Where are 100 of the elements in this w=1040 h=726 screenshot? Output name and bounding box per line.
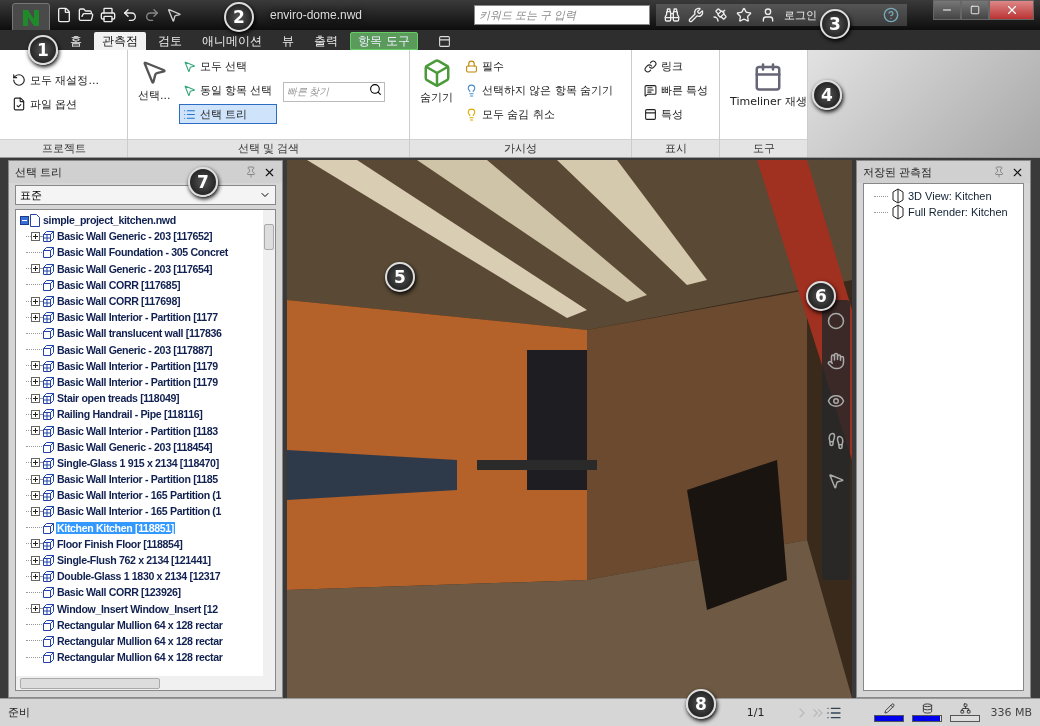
login-link[interactable]: 로그인 (784, 7, 817, 23)
tree-item-label[interactable]: Basic Wall Interior - 165 Partition (1 (56, 489, 223, 502)
tree-item-label[interactable]: Basic Wall Generic - 203 [117652] (56, 230, 214, 243)
redo-icon[interactable] (144, 7, 160, 23)
star-icon[interactable] (736, 7, 752, 23)
tree-item-label[interactable]: Basic Wall Interior - Partition [1179 (56, 375, 219, 388)
expand-icon[interactable] (31, 231, 40, 241)
ribbon-tab[interactable]: 뷰 (274, 32, 302, 50)
tree-item-label[interactable]: Single-Glass 1 915 x 2134 [118470] (56, 456, 220, 469)
circle-icon[interactable] (827, 312, 845, 330)
tree-item-label[interactable]: Double-Glass 1 1830 x 2134 [12317 (56, 570, 222, 583)
pointer-icon[interactable] (827, 472, 845, 490)
tree-item-label[interactable]: Basic Wall CORR [123926] (56, 586, 182, 599)
tree-item-label[interactable]: simple_project_kitchen.nwd (42, 214, 177, 227)
application-menu-button[interactable] (12, 3, 50, 33)
quick-properties-button[interactable]: 빠른 특성 (640, 80, 713, 100)
open-folder-icon[interactable] (78, 7, 94, 23)
expand-icon[interactable] (31, 409, 40, 419)
window-title: enviro-dome.nwd (270, 8, 363, 22)
tree-item-label[interactable]: Basic Wall Generic - 203 [118454] (56, 440, 214, 453)
tree-item-label[interactable]: Basic Wall Interior - Partition [1179 (56, 359, 219, 372)
cubes-icon (42, 554, 55, 567)
expand-icon[interactable] (31, 377, 40, 387)
tree-item-label[interactable]: Floor Finish Floor [118854] (56, 537, 184, 550)
ribbon-tab[interactable]: 출력 (306, 32, 346, 50)
ribbon-tab[interactable]: 홈 (62, 32, 90, 50)
expand-icon[interactable] (31, 361, 40, 371)
binoculars-icon[interactable] (664, 7, 680, 23)
tree-item-label[interactable]: Railing Handrail - Pipe [118116] (56, 408, 204, 421)
cube-icon (42, 278, 55, 291)
tree-item-label[interactable]: Rectangular Mullion 64 x 128 rectar (56, 651, 224, 664)
tree-item-label[interactable]: Basic Wall Interior - Partition [1185 (56, 473, 219, 486)
select-button[interactable]: 선택... (136, 56, 173, 139)
minimize-button[interactable] (933, 0, 961, 20)
ribbon-tab[interactable]: 애니메이션 (194, 32, 270, 50)
lock-icon (465, 59, 478, 73)
tree-item-label[interactable]: Basic Wall Interior - Partition [1183 (56, 424, 219, 437)
expand-icon[interactable] (31, 312, 40, 322)
reset-all-button[interactable]: 모두 재설정... (8, 70, 103, 90)
hide-unselected-button[interactable]: 선택하지 않은 항목 숨기기 (461, 80, 618, 100)
viewpoint-item[interactable]: Full Render: Kitchen (908, 206, 1008, 218)
tree-item-label[interactable]: Basic Wall Generic - 203 [117654] (56, 262, 214, 275)
tree-item-label[interactable]: Rectangular Mullion 64 x 128 rectar (56, 634, 224, 647)
require-button[interactable]: 필수 (461, 56, 618, 76)
unhide-all-button[interactable]: 모두 숨김 취소 (461, 104, 618, 124)
footprints-icon[interactable] (827, 432, 845, 450)
links-button[interactable]: 링크 (640, 56, 713, 76)
vertical-scrollbar[interactable] (263, 210, 275, 676)
expand-icon[interactable] (31, 393, 40, 403)
expand-icon[interactable] (31, 539, 40, 549)
file-options-button[interactable]: 파일 옵션 (8, 94, 103, 114)
select-same-button[interactable]: 동일 항목 선택 (178, 80, 277, 100)
hand-icon[interactable] (827, 352, 845, 370)
viewpoint-item[interactable]: 3D View: Kitchen (908, 190, 992, 202)
new-file-icon[interactable] (56, 7, 72, 23)
close-button[interactable] (989, 0, 1034, 20)
expand-icon[interactable] (31, 571, 40, 581)
expand-icon[interactable] (31, 604, 40, 614)
help-icon[interactable] (883, 7, 899, 23)
undo-icon[interactable] (122, 7, 138, 23)
tree-item-label[interactable]: Basic Wall translucent wall [117836 (56, 327, 223, 340)
wrench-icon[interactable] (688, 7, 704, 23)
search-field[interactable]: 키워드 또는 구 입력 (474, 5, 650, 25)
expand-icon[interactable] (31, 458, 40, 468)
select-all-button[interactable]: 모두 선택 (178, 56, 277, 76)
tree-item-label[interactable]: Basic Wall Foundation - 305 Concret (56, 246, 229, 259)
expand-icon[interactable] (31, 506, 40, 516)
user-icon[interactable] (760, 7, 776, 23)
cubes-icon (42, 359, 55, 372)
ribbon-tab[interactable]: 검토 (150, 32, 190, 50)
expand-icon[interactable] (31, 426, 40, 436)
tree-item-label[interactable]: Basic Wall CORR [117685] (56, 278, 182, 291)
horizontal-scrollbar[interactable] (16, 676, 275, 690)
expand-icon[interactable] (31, 490, 40, 500)
satellite-icon[interactable] (712, 7, 728, 23)
expand-icon[interactable] (31, 474, 40, 484)
panel-toggle-icon[interactable] (437, 35, 451, 48)
hide-button[interactable]: 숨기기 (418, 56, 455, 139)
tree-item-label[interactable]: Stair open treads [118049] (56, 392, 181, 405)
tree-item-label[interactable]: Single-Flush 762 x 2134 [121441] (56, 554, 212, 567)
expand-icon[interactable] (31, 555, 40, 565)
tree-item-label[interactable]: Window_Insert Window_Insert [12 (56, 602, 219, 615)
quick-find-field[interactable]: 빠른 찾기 (282, 81, 385, 102)
pointer-icon[interactable] (166, 7, 182, 23)
search-icon[interactable] (368, 83, 382, 96)
ribbon-tab[interactable]: 관측점 (94, 32, 146, 50)
collapse-icon[interactable] (20, 215, 29, 225)
selection-tree-button[interactable]: 선택 트리 (178, 104, 277, 124)
tree-item-label[interactable]: Basic Wall CORR [117698] (56, 295, 182, 308)
properties-button[interactable]: 특성 (640, 104, 713, 124)
tree-item-label[interactable]: Basic Wall Interior - Partition [1177 (56, 311, 219, 324)
expand-icon[interactable] (31, 264, 40, 274)
print-icon[interactable] (100, 7, 116, 23)
expand-icon[interactable] (31, 296, 40, 306)
timeliner-button[interactable]: Timeliner 재생 (728, 56, 809, 139)
maximize-button[interactable] (961, 0, 989, 20)
tree-item-label[interactable]: Basic Wall Interior - 165 Partition (1 (56, 505, 223, 518)
tree-item-label[interactable]: Rectangular Mullion 64 x 128 rectar (56, 618, 224, 631)
tree-item-label[interactable]: Basic Wall Generic - 203 [117887] (56, 343, 214, 356)
eye-icon[interactable] (827, 392, 845, 410)
